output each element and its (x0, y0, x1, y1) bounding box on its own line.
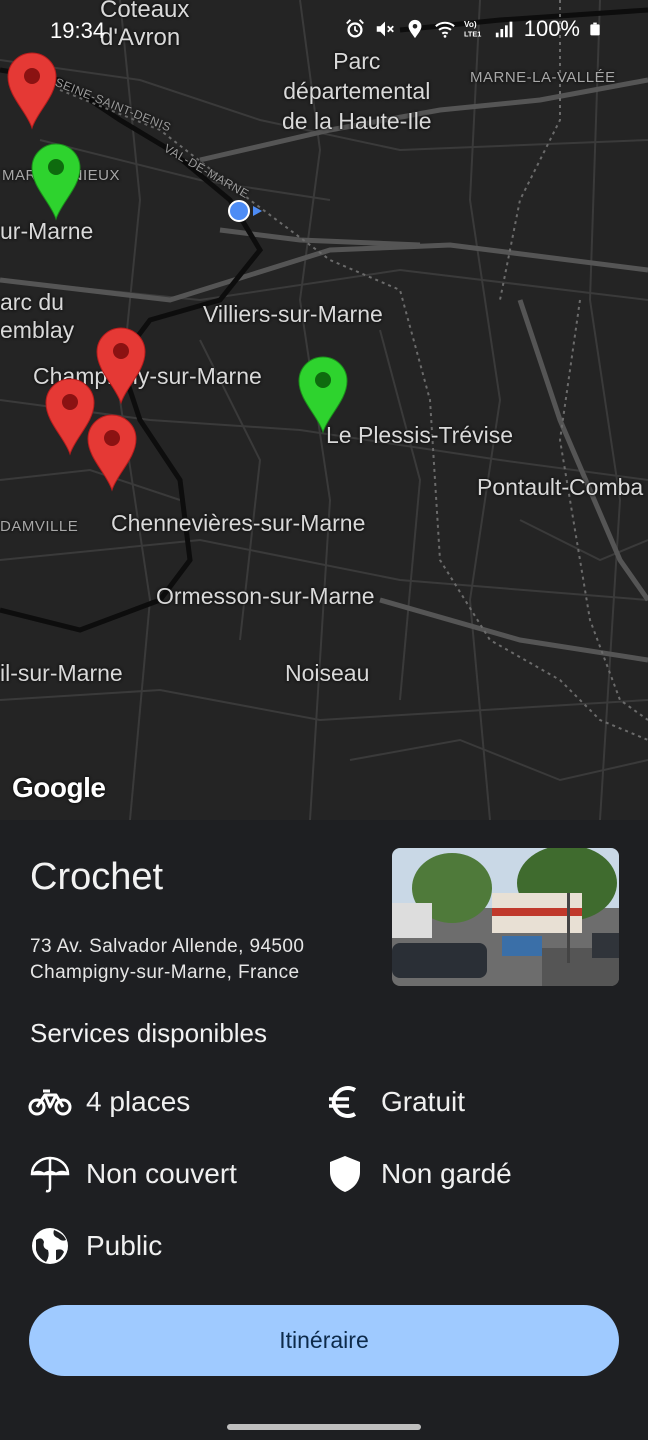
service-price-label: Gratuit (381, 1086, 466, 1117)
map-pin-red[interactable] (96, 327, 146, 405)
bicycle-icon (28, 1080, 72, 1124)
service-access: Public (28, 1224, 162, 1268)
svg-text:Vo): Vo) (464, 20, 477, 29)
service-cover: Non couvert (28, 1152, 237, 1196)
service-places-label: 4 places (86, 1086, 191, 1117)
map-pin-green[interactable] (31, 143, 81, 221)
battery-icon (590, 22, 600, 36)
service-price: Gratuit (323, 1080, 465, 1124)
map-label-ormesson: Ormesson-sur-Marne (156, 583, 375, 609)
map-label-parc-tremblay: arc du emblay (0, 289, 75, 343)
directions-button[interactable]: Itinéraire (29, 1305, 619, 1376)
status-bar: 19:34 Vo) LTE1 100% (0, 0, 648, 56)
service-guard-label: Non gardé (381, 1158, 512, 1189)
map-label-plessis-trevise: Le Plessis-Trévise (326, 422, 514, 448)
volte-icon: Vo)LTE1 (464, 20, 481, 38)
services-title: Services disponibles (30, 1018, 268, 1048)
place-detail-sheet: Crochet 73 Av. Salvador Allende, 94500 C… (0, 820, 648, 1440)
signal-icon (495, 21, 513, 38)
battery-percent: 100% (523, 16, 580, 41)
location-icon (408, 19, 422, 39)
status-icons: Vo) LTE1 100% (344, 16, 602, 42)
place-title: Crochet (30, 856, 164, 898)
map-label-parc-haute-ile: Parc départemental de la Haute-Ile (282, 48, 432, 134)
globe-icon (28, 1224, 72, 1268)
place-photo[interactable] (392, 848, 619, 986)
map-label-pontault: Pontault-Comba (477, 474, 644, 500)
map-label-bonneuil: il-sur-Marne (0, 660, 123, 686)
service-cover-label: Non couvert (86, 1158, 237, 1189)
map-pin-red[interactable] (87, 414, 137, 492)
alarm-icon (345, 19, 364, 38)
map-label-villiers: Villiers-sur-Marne (203, 301, 383, 327)
service-places: 4 places (28, 1080, 190, 1124)
address-line-2: Champigny-sur-Marne, France (30, 962, 300, 983)
service-guard: Non gardé (323, 1152, 512, 1196)
map-pin-red[interactable] (7, 52, 57, 130)
map-view[interactable]: Coteaux d'Avron Parc départemental de la… (0, 0, 648, 820)
map-label-marne-la-vallee: MARNE-LA-VALLÉE (470, 69, 616, 86)
mute-icon (376, 21, 394, 37)
map-label-bry-sur-marne: ur-Marne (0, 218, 94, 244)
google-attribution: Google (12, 772, 106, 803)
svg-text:LTE1: LTE1 (464, 29, 481, 38)
service-access-label: Public (86, 1230, 163, 1261)
umbrella-icon (28, 1152, 72, 1196)
shield-icon (323, 1152, 367, 1196)
wifi-icon (434, 21, 455, 38)
place-address: 73 Av. Salvador Allende, 94500 Champigny… (30, 934, 304, 986)
euro-icon (323, 1080, 367, 1124)
map-label-damville: DAMVILLE (0, 518, 79, 535)
map-label-noiseau: Noiseau (285, 660, 370, 686)
address-line-1: 73 Av. Salvador Allende, 94500 (30, 936, 305, 957)
gesture-nav-handle[interactable] (227, 1424, 421, 1430)
status-time: 19:34 (50, 18, 106, 43)
map-pin-green[interactable] (298, 356, 348, 434)
map-label-chennevieres: Chennevières-sur-Marne (111, 510, 366, 536)
